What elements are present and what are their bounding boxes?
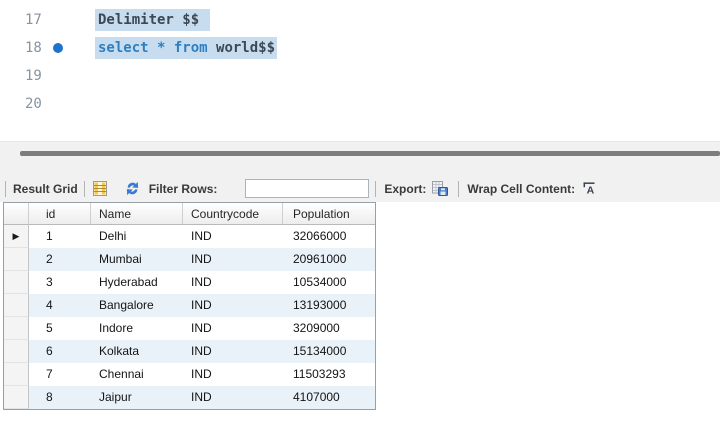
cell-id[interactable]: 7 — [29, 363, 91, 386]
table-row[interactable]: 8 Jaipur IND 4107000 — [4, 386, 375, 409]
row-selector-cell[interactable] — [4, 363, 29, 386]
cell-countrycode[interactable]: IND — [183, 317, 283, 340]
column-header-name[interactable]: Name — [91, 203, 183, 225]
table-row[interactable]: 3 Hyderabad IND 10534000 — [4, 271, 375, 294]
line-number: 19 — [25, 68, 42, 84]
table-row[interactable]: 2 Mumbai IND 20961000 — [4, 248, 375, 271]
table-row[interactable]: 7 Chennai IND 11503293 — [4, 363, 375, 386]
editor-line-19[interactable]: 19 — [0, 62, 720, 90]
row-selector-cell[interactable] — [4, 386, 29, 409]
row-selector-cell[interactable] — [4, 294, 29, 317]
cell-population[interactable]: 20961000 — [283, 248, 375, 271]
cell-id[interactable]: 4 — [29, 294, 91, 317]
cell-population[interactable]: 11503293 — [283, 363, 375, 386]
cell-population[interactable]: 13193000 — [283, 294, 375, 317]
cell-id[interactable]: 1 — [29, 225, 91, 248]
editor-line-20[interactable]: 20 — [0, 90, 720, 118]
wrap-cell-content-icon[interactable]: A — [582, 181, 597, 196]
current-row-arrow-icon: ▶ — [13, 232, 20, 241]
cell-countrycode[interactable]: IND — [183, 340, 283, 363]
export-label: Export: — [384, 182, 426, 196]
grid-view-icon[interactable] — [92, 180, 108, 197]
export-recordset-icon[interactable] — [431, 180, 449, 197]
cell-id[interactable]: 5 — [29, 317, 91, 340]
table-row[interactable]: ▶ 1 Delhi IND 32066000 — [4, 225, 375, 248]
cell-countrycode[interactable]: IND — [183, 363, 283, 386]
cell-name[interactable]: Hyderabad — [91, 271, 183, 294]
toolbar-separator — [84, 181, 85, 197]
cell-countrycode[interactable]: IND — [183, 271, 283, 294]
cell-id[interactable]: 2 — [29, 248, 91, 271]
line-number: 17 — [25, 12, 42, 28]
column-header-population[interactable]: Population — [283, 203, 375, 225]
row-selector-cell[interactable] — [4, 248, 29, 271]
editor-line-18[interactable]: 18 select * from world$$ — [0, 34, 720, 62]
selected-code[interactable]: Delimiter $$ — [95, 9, 210, 31]
sql-text: world$$ — [216, 40, 275, 56]
cell-countrycode[interactable]: IND — [183, 225, 283, 248]
cell-countrycode[interactable]: IND — [183, 294, 283, 317]
cell-population[interactable]: 10534000 — [283, 271, 375, 294]
sql-text: Delimiter $$ — [98, 12, 199, 28]
row-selector-cell[interactable] — [4, 317, 29, 340]
toolbar-separator — [458, 181, 459, 197]
row-selector-cell[interactable] — [4, 340, 29, 363]
svg-text:A: A — [587, 185, 595, 196]
wrap-cell-content-label: Wrap Cell Content: — [467, 182, 575, 196]
cell-name[interactable]: Jaipur — [91, 386, 183, 409]
panel-splitter-handle[interactable] — [20, 151, 720, 156]
table-row[interactable]: 4 Bangalore IND 13193000 — [4, 294, 375, 317]
column-header-id[interactable]: id — [29, 203, 91, 225]
selected-code[interactable]: select * from world$$ — [95, 37, 277, 59]
table-row[interactable]: 5 Indore IND 3209000 — [4, 317, 375, 340]
editor-line-17[interactable]: 17 Delimiter $$ — [0, 6, 720, 34]
cell-population[interactable]: 4107000 — [283, 386, 375, 409]
column-header-countrycode[interactable]: Countrycode — [183, 203, 283, 225]
grid-header-row: id Name Countrycode Population — [4, 203, 375, 225]
cell-name[interactable]: Kolkata — [91, 340, 183, 363]
filter-rows-label: Filter Rows: — [149, 182, 218, 196]
cell-population[interactable]: 15134000 — [283, 340, 375, 363]
cell-population[interactable]: 3209000 — [283, 317, 375, 340]
line-number: 20 — [25, 96, 42, 112]
cell-countrycode[interactable]: IND — [183, 248, 283, 271]
table-row[interactable]: 6 Kolkata IND 15134000 — [4, 340, 375, 363]
toolbar-separator — [5, 181, 6, 197]
filter-rows-input[interactable] — [245, 179, 369, 198]
sql-keyword: select * from — [98, 40, 216, 56]
result-grid-table: id Name Countrycode Population ▶ 1 Delhi… — [3, 202, 376, 410]
row-selector-header[interactable] — [4, 203, 29, 225]
cell-name[interactable]: Bangalore — [91, 294, 183, 317]
cell-name[interactable]: Delhi — [91, 225, 183, 248]
cell-id[interactable]: 8 — [29, 386, 91, 409]
gutter-marker-area — [42, 43, 95, 53]
cell-population[interactable]: 32066000 — [283, 225, 375, 248]
cell-countrycode[interactable]: IND — [183, 386, 283, 409]
row-selector-cell[interactable]: ▶ — [4, 225, 29, 248]
results-panel-header: Result Grid Filter Rows: Export: — [0, 141, 720, 202]
line-number: 18 — [25, 40, 42, 56]
row-selector-cell[interactable] — [4, 271, 29, 294]
cell-name[interactable]: Indore — [91, 317, 183, 340]
cell-name[interactable]: Mumbai — [91, 248, 183, 271]
cell-id[interactable]: 3 — [29, 271, 91, 294]
cell-id[interactable]: 6 — [29, 340, 91, 363]
toolbar-separator — [375, 181, 376, 197]
refresh-icon[interactable] — [124, 180, 141, 197]
result-grid-toolbar: Result Grid Filter Rows: Export: — [0, 175, 720, 202]
cell-name[interactable]: Chennai — [91, 363, 183, 386]
result-grid-tab-label[interactable]: Result Grid — [13, 182, 78, 196]
statement-marker-icon — [53, 43, 63, 53]
sql-editor[interactable]: 17 Delimiter $$ 18 select * from world$$… — [0, 0, 720, 141]
